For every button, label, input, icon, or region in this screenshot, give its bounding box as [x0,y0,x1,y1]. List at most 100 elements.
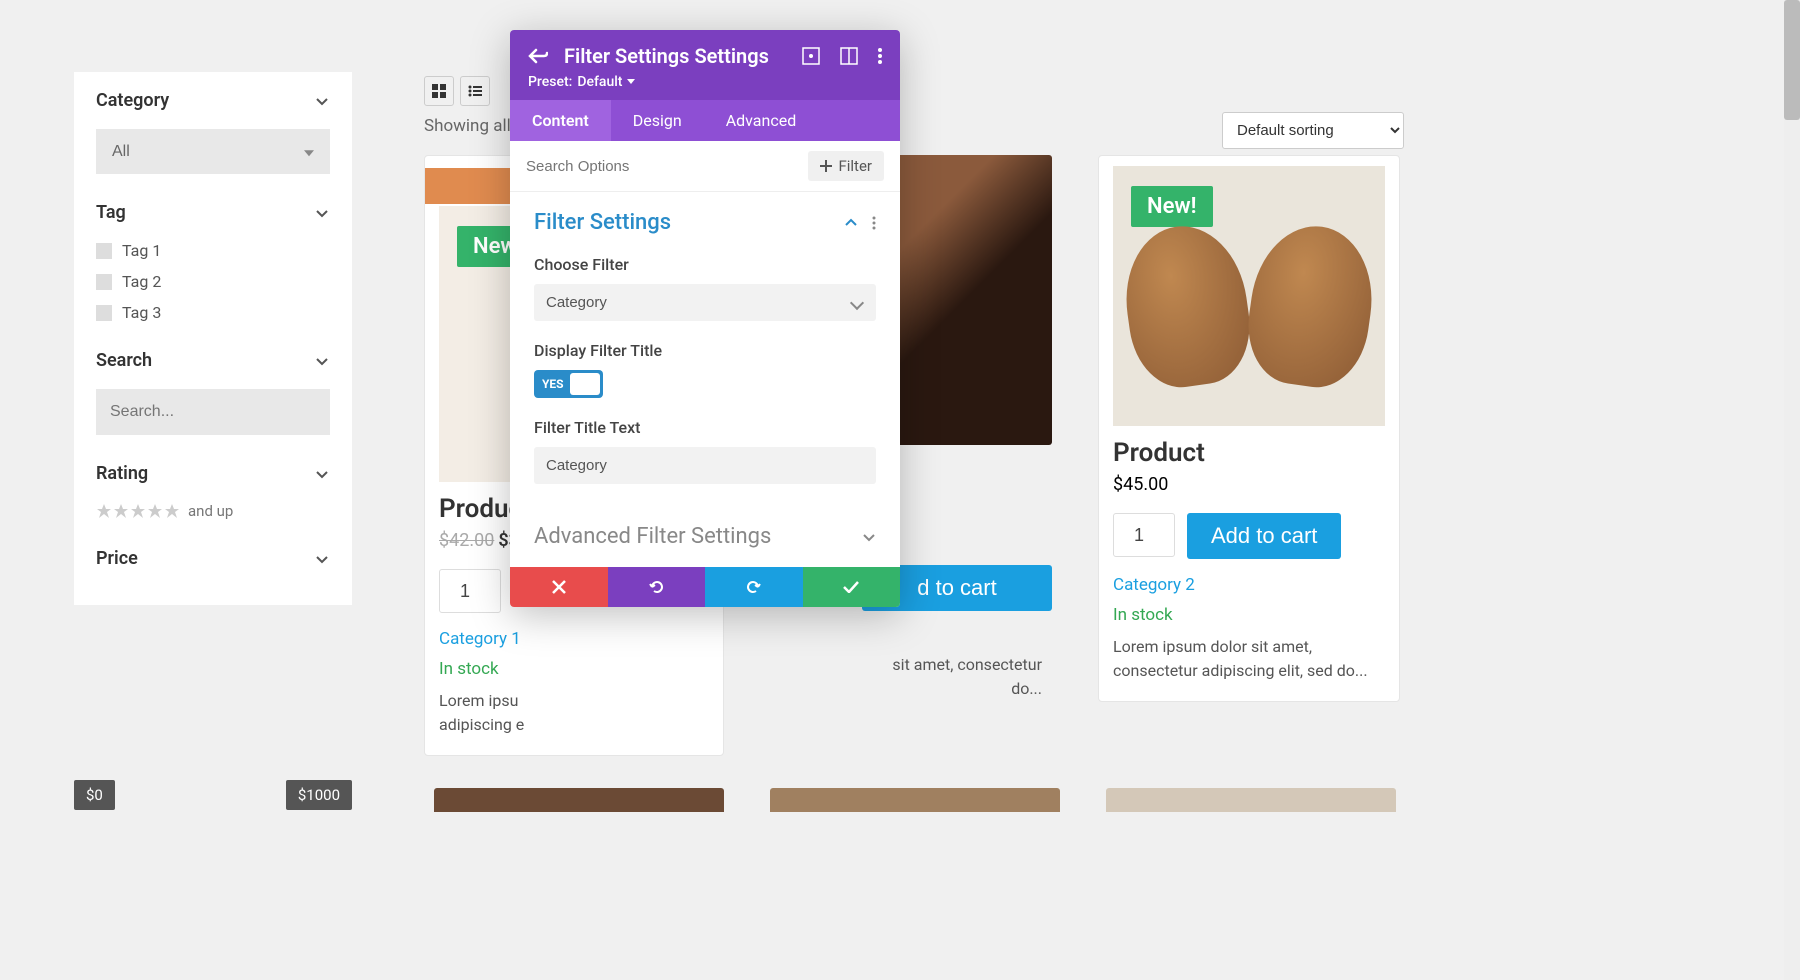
modal-header[interactable]: Filter Settings Settings Preset: Default [510,30,900,100]
modal-body: Filter Settings Choose Filter Category D… [510,192,900,567]
display-title-label: Display Filter Title [534,341,876,360]
redo-button[interactable] [705,567,803,607]
category-header[interactable]: Category [96,90,330,111]
add-filter-button[interactable]: Filter [808,151,884,181]
title-text-input[interactable] [534,447,876,484]
modal-search-row: Filter [510,141,900,192]
category-select[interactable]: All [96,129,330,174]
preset-selector[interactable]: Preset: Default [528,74,882,90]
stock-status: In stock [1113,605,1385,625]
columns-icon[interactable] [840,47,858,65]
product-card [434,788,724,812]
product-price: $45.00 [1113,474,1385,495]
tab-advanced[interactable]: Advanced [704,100,819,141]
product-image[interactable] [434,788,724,812]
sort-select[interactable]: Default sorting [1222,112,1404,149]
tab-content[interactable]: Content [510,100,611,141]
tab-design[interactable]: Design [611,100,704,141]
chevron-down-icon [314,205,330,221]
product-description: sit amet, consecteturdo... [772,653,1042,701]
rating-filter[interactable]: and up [96,502,330,520]
product-card [1106,788,1396,812]
search-title: Search [96,350,152,371]
tag-item[interactable]: Tag 3 [96,303,330,322]
product-description: Lorem ipsuadipiscing e [439,689,709,737]
product-image[interactable] [1106,788,1396,812]
old-price: $42.00 [439,530,494,551]
quantity-input[interactable] [439,569,501,613]
product-row-2 [434,788,1396,812]
filter-settings-modal: Filter Settings Settings Preset: Default… [510,30,900,607]
cart-row: Add to cart [1113,513,1385,559]
search-field[interactable] [96,389,330,435]
new-badge: New! [1131,186,1213,227]
toggle-knob [570,373,600,395]
tag-section: Tag Tag 1 Tag 2 Tag 3 [96,202,330,322]
more-icon[interactable] [878,47,882,65]
product-category[interactable]: Category 2 [1113,575,1385,595]
tag-header[interactable]: Tag [96,202,330,223]
cancel-button[interactable] [510,567,608,607]
expand-icon[interactable] [802,47,820,65]
filter-settings-section[interactable]: Filter Settings [534,210,876,235]
category-section: Category All [96,90,330,174]
checkbox-icon[interactable] [96,274,112,290]
choose-filter-label: Choose Filter [534,255,876,274]
back-icon[interactable] [528,47,548,65]
tag-label: Tag 2 [122,272,161,291]
product-card: New! Product $45.00 Add to cart Category… [1098,155,1400,702]
grid-view-button[interactable] [424,76,454,106]
stars-icon [96,503,180,519]
checkbox-icon[interactable] [96,243,112,259]
rating-section: Rating and up [96,463,330,520]
price-header[interactable]: Price [96,548,330,569]
options-search-input[interactable] [526,158,808,175]
choose-filter-select[interactable]: Category [534,284,876,321]
checkbox-icon[interactable] [96,305,112,321]
tag-item[interactable]: Tag 2 [96,272,330,291]
display-title-toggle[interactable]: YES [534,370,603,398]
tag-item[interactable]: Tag 1 [96,241,330,260]
list-icon [467,83,483,99]
price-range: $0 $1000 [74,780,352,810]
search-header[interactable]: Search [96,350,330,371]
product-title[interactable]: Product [1113,438,1385,468]
tag-label: Tag 3 [122,303,161,322]
chevron-down-icon [862,530,876,544]
scrollbar-track[interactable] [1784,0,1800,980]
rating-header[interactable]: Rating [96,463,330,484]
redo-icon [746,579,762,595]
scrollbar-thumb[interactable] [1784,0,1800,120]
advanced-filter-section[interactable]: Advanced Filter Settings [534,524,876,549]
search-section: Search [96,350,330,435]
quantity-input[interactable] [1113,513,1175,557]
list-view-button[interactable] [460,76,490,106]
undo-button[interactable] [608,567,706,607]
dropdown-icon [627,79,635,85]
rating-suffix: and up [188,502,233,520]
shoe-graphic [1240,218,1381,393]
chevron-down-icon [314,353,330,369]
price-max-badge[interactable]: $1000 [286,780,352,810]
filter-sidebar: Category All Tag Tag 1 Tag 2 Tag 3 Searc… [74,72,352,605]
chevron-down-icon [314,551,330,567]
price-section: Price [96,548,330,569]
chevron-up-icon[interactable] [844,216,858,230]
product-category[interactable]: Category 1 [439,629,709,649]
plus-icon [820,160,832,172]
confirm-button[interactable] [803,567,901,607]
add-to-cart-button[interactable]: Add to cart [1187,513,1341,559]
price-value: $45.00 [1113,474,1168,495]
modal-title: Filter Settings Settings [564,44,786,68]
chevron-down-icon [314,93,330,109]
product-card [770,788,1060,812]
product-image[interactable] [770,788,1060,812]
modal-tabs: Content Design Advanced [510,100,900,141]
more-icon[interactable] [872,216,876,230]
title-text-label: Filter Title Text [534,418,876,437]
product-image[interactable]: New! [1113,166,1385,426]
price-title: Price [96,548,138,569]
price-min-badge[interactable]: $0 [74,780,115,810]
search-input[interactable] [110,403,317,421]
chevron-down-icon [314,466,330,482]
